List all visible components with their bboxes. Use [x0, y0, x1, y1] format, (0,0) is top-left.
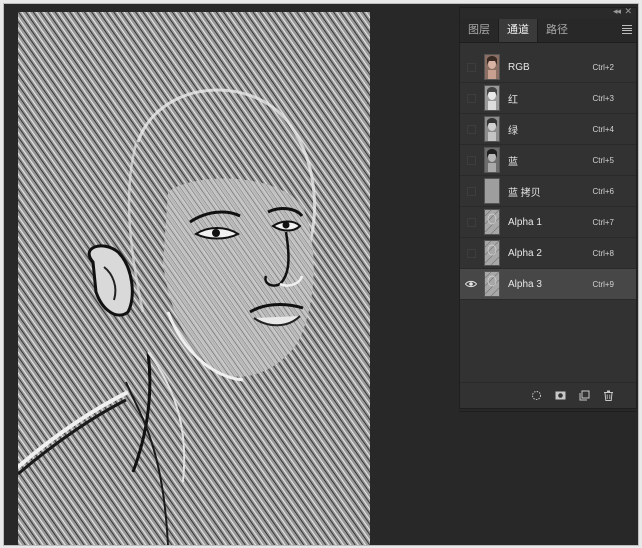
- panel-title-bar: ◂◂ ✕: [460, 6, 636, 19]
- visibility-toggle[interactable]: [462, 238, 480, 268]
- close-icon[interactable]: ✕: [624, 6, 632, 17]
- channel-name: 蓝: [508, 156, 518, 168]
- visibility-toggle[interactable]: [462, 207, 480, 237]
- channel-shortcut: Ctrl+9: [592, 279, 614, 289]
- visibility-toggle[interactable]: [462, 114, 480, 144]
- tab-layers[interactable]: 图层: [460, 19, 498, 42]
- embossed-portrait-image: [18, 12, 370, 545]
- channel-shortcut: Ctrl+7: [592, 217, 614, 227]
- panel-menu-icon[interactable]: [622, 25, 632, 34]
- channel-name: Alpha 3: [508, 278, 542, 290]
- channel-name: 蓝 拷贝: [508, 187, 541, 199]
- channel-shortcut: Ctrl+2: [592, 62, 614, 72]
- channel-thumbnail: [484, 85, 500, 111]
- visibility-toggle[interactable]: [462, 176, 480, 206]
- channel-thumbnail: [484, 178, 500, 204]
- channel-thumbnail: [484, 147, 500, 173]
- channel-shortcut: Ctrl+6: [592, 186, 614, 196]
- load-selection-icon[interactable]: [531, 390, 542, 401]
- channel-name: 红: [508, 94, 518, 106]
- channel-name: 绿: [508, 125, 518, 137]
- visibility-toggle[interactable]: [462, 83, 480, 113]
- tab-channels[interactable]: 通道: [498, 19, 538, 42]
- channel-name: RGB: [508, 61, 530, 73]
- channel-shortcut: Ctrl+8: [592, 248, 614, 258]
- eye-icon: [465, 280, 477, 288]
- channel-shortcut: Ctrl+3: [592, 93, 614, 103]
- channel-thumbnail: [484, 54, 500, 80]
- channel-shortcut: Ctrl+5: [592, 155, 614, 165]
- channel-row-red[interactable]: 红 Ctrl+3: [460, 83, 636, 114]
- save-selection-mask-icon[interactable]: [555, 390, 566, 401]
- delete-channel-icon[interactable]: [603, 390, 614, 401]
- channel-row-alpha-2[interactable]: Alpha 2 Ctrl+8: [460, 238, 636, 269]
- channel-thumbnail: [484, 209, 500, 235]
- document-canvas[interactable]: [18, 12, 370, 545]
- channel-row-alpha-3[interactable]: Alpha 3 Ctrl+9: [460, 269, 636, 300]
- double-chevron-left-icon[interactable]: ◂◂: [613, 6, 621, 17]
- channel-row-green[interactable]: 绿 Ctrl+4: [460, 114, 636, 145]
- visibility-toggle[interactable]: [462, 145, 480, 175]
- visibility-toggle[interactable]: [462, 269, 480, 299]
- photoshop-workspace: ◂◂ ✕ 图层 通道 路径 RGB Ctrl+2 红 Ctrl+3 绿 Ctrl…: [3, 3, 639, 546]
- channels-panel: ◂◂ ✕ 图层 通道 路径 RGB Ctrl+2 红 Ctrl+3 绿 Ctrl…: [459, 6, 637, 409]
- panel-tabs: 图层 通道 路径: [460, 19, 636, 43]
- channel-list: RGB Ctrl+2 红 Ctrl+3 绿 Ctrl+4 蓝 Ctrl+5 蓝 …: [460, 52, 636, 300]
- channel-shortcut: Ctrl+4: [592, 124, 614, 134]
- channel-thumbnail: [484, 116, 500, 142]
- visibility-toggle[interactable]: [462, 52, 480, 82]
- panel-footer: [460, 382, 636, 408]
- channel-thumbnail: [484, 240, 500, 266]
- channel-row-alpha-1[interactable]: Alpha 1 Ctrl+7: [460, 207, 636, 238]
- channel-thumbnail: [484, 271, 500, 297]
- channel-row-rgb[interactable]: RGB Ctrl+2: [460, 52, 636, 83]
- channel-name: Alpha 2: [508, 247, 542, 259]
- tab-paths[interactable]: 路径: [538, 19, 576, 42]
- new-channel-icon[interactable]: [579, 390, 590, 401]
- channel-row-blue-copy[interactable]: 蓝 拷贝 Ctrl+6: [460, 176, 636, 207]
- channel-row-blue[interactable]: 蓝 Ctrl+5: [460, 145, 636, 176]
- channel-name: Alpha 1: [508, 216, 542, 228]
- panel-divider: [459, 411, 637, 412]
